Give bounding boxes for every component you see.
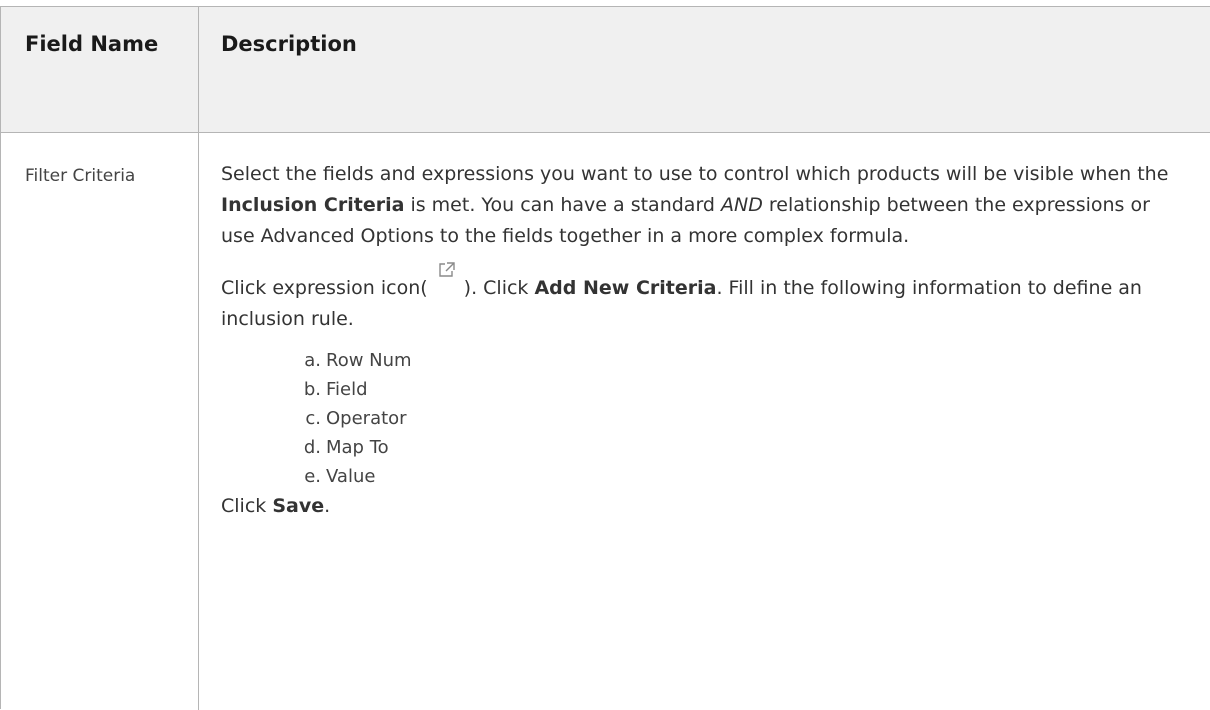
and-term: AND [721, 194, 763, 216]
description-cell: Select the fields and expressions you wa… [221, 159, 1181, 522]
inclusion-criteria-term: Inclusion Criteria [221, 194, 405, 216]
text-run: ). Click [463, 277, 535, 299]
description-paragraph: Select the fields and expressions you wa… [221, 159, 1181, 252]
list-item: b. Field [221, 375, 1181, 404]
instruction-paragraph: Click expression icon( ). Click Add New C… [221, 262, 1181, 335]
external-link-icon [428, 262, 464, 294]
text-run: Select the fields and expressions you wa… [221, 163, 1169, 185]
list-item-label: Field [326, 379, 368, 400]
column-header-description: Description [221, 32, 357, 56]
add-new-criteria-term: Add New Criteria [534, 277, 717, 299]
save-term: Save [272, 495, 325, 517]
list-marker: c. [305, 408, 321, 429]
text-run: Click [221, 495, 273, 517]
list-item: c. Operator [221, 404, 1181, 433]
list-item-label: Row Num [326, 350, 412, 371]
list-item-label: Value [326, 466, 376, 487]
text-run: Click expression icon( [221, 277, 428, 299]
closing-paragraph: Click Save. [221, 491, 1181, 522]
text-run: . [324, 495, 331, 517]
list-marker: d. [303, 437, 321, 458]
field-description-table: Field Name Description Filter Criteria S… [0, 6, 1210, 710]
list-item: d. Map To [221, 433, 1181, 462]
text-run: is met. You can have a standard [404, 194, 722, 216]
criteria-steps-list: a. Row Num b. Field c. Operator d. Map To e.… [221, 346, 1181, 491]
column-divider [198, 7, 199, 710]
list-marker: a. [304, 350, 321, 371]
list-item-label: Operator [326, 408, 407, 429]
field-name-cell: Filter Criteria [25, 166, 136, 186]
list-marker: b. [303, 379, 321, 400]
list-item: a. Row Num [221, 346, 1181, 375]
column-header-field-name: Field Name [25, 32, 159, 56]
list-item-label: Map To [326, 437, 389, 458]
list-marker: e. [304, 466, 321, 487]
table-header-row: Field Name Description [1, 7, 1210, 133]
list-item: e. Value [221, 462, 1181, 491]
